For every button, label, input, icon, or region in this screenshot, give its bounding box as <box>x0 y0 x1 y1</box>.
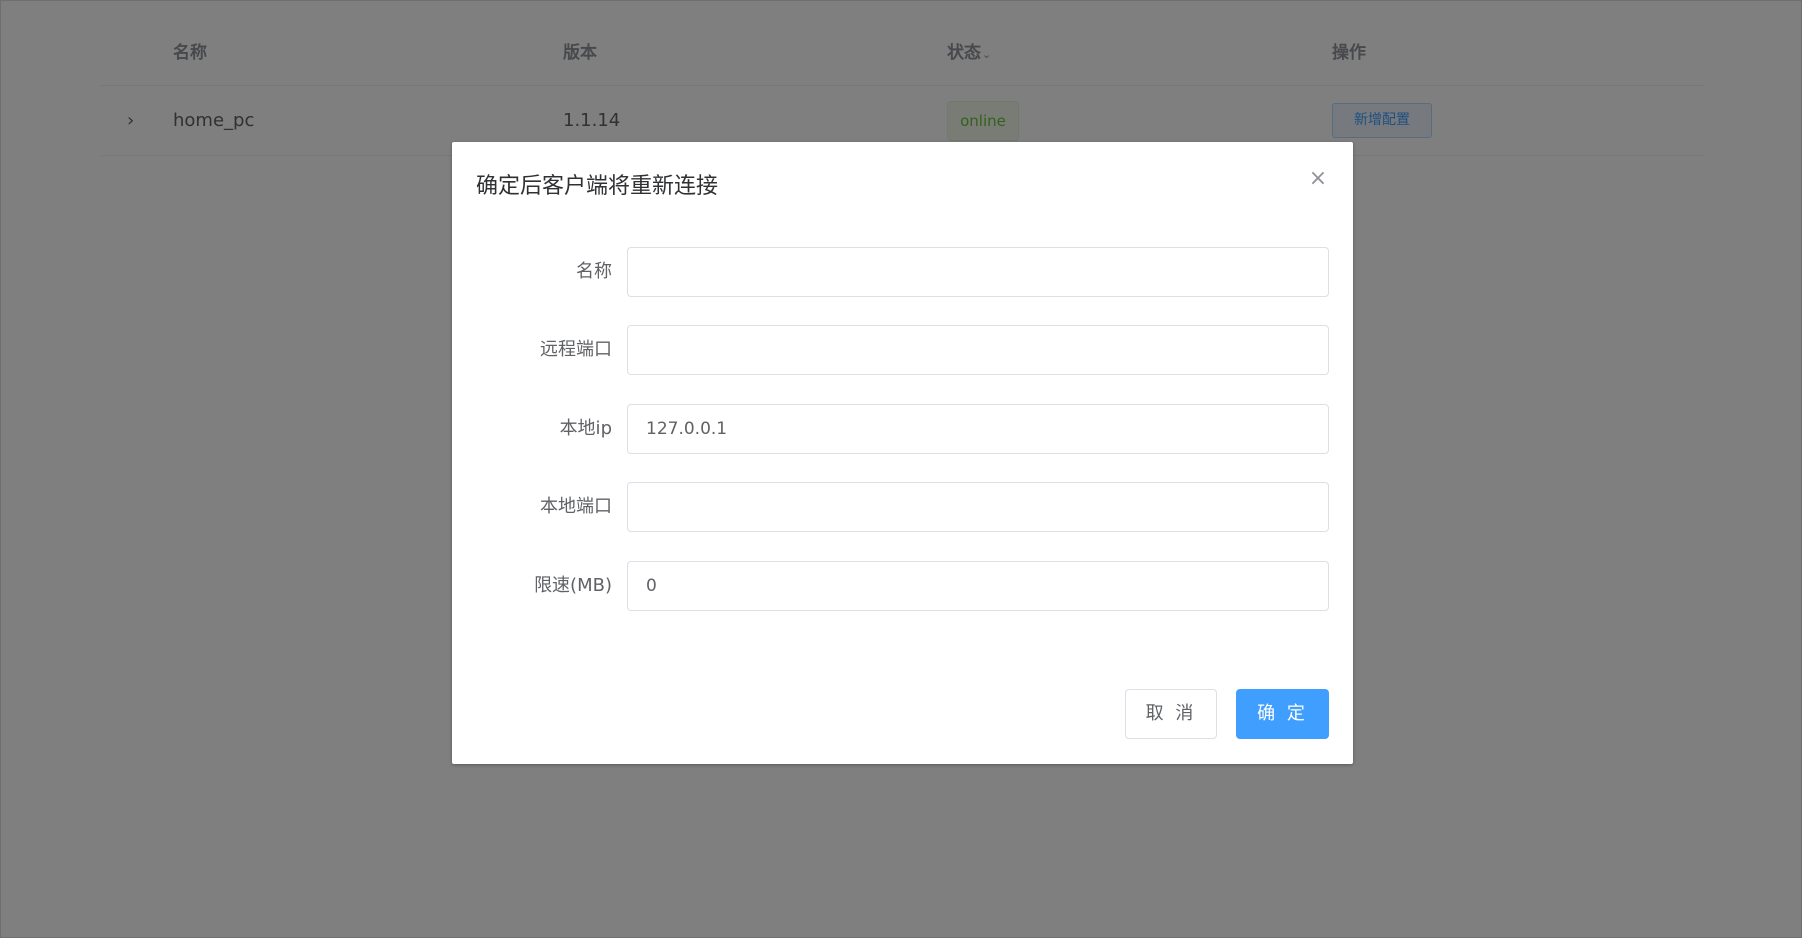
name-label: 名称 <box>576 261 612 282</box>
local-port-input[interactable] <box>627 482 1329 532</box>
speed-limit-label: 限速(MB) <box>534 575 612 596</box>
form-row-local-port: 本地端口 <box>452 482 1353 532</box>
form-row-local-ip: 本地ip <box>452 404 1353 454</box>
confirm-button[interactable]: 确 定 <box>1236 689 1329 739</box>
dialog-title: 确定后客户端将重新连接 <box>476 174 719 199</box>
form-row-name: 名称 <box>452 247 1353 297</box>
local-ip-label: 本地ip <box>559 418 612 439</box>
remote-port-label: 远程端口 <box>540 339 612 360</box>
form-row-speed-limit: 限速(MB) <box>452 561 1353 611</box>
local-port-label: 本地端口 <box>540 496 612 517</box>
speed-limit-input[interactable] <box>627 561 1329 611</box>
close-icon[interactable]: × <box>1307 168 1329 190</box>
local-ip-input[interactable] <box>627 404 1329 454</box>
remote-port-input[interactable] <box>627 325 1329 375</box>
form-row-remote-port: 远程端口 <box>452 325 1353 375</box>
name-input[interactable] <box>627 247 1329 297</box>
config-dialog: 确定后客户端将重新连接 × 名称 远程端口 本地ip 本地端口 限速(MB) 取… <box>452 142 1353 764</box>
cancel-button[interactable]: 取 消 <box>1125 689 1217 739</box>
